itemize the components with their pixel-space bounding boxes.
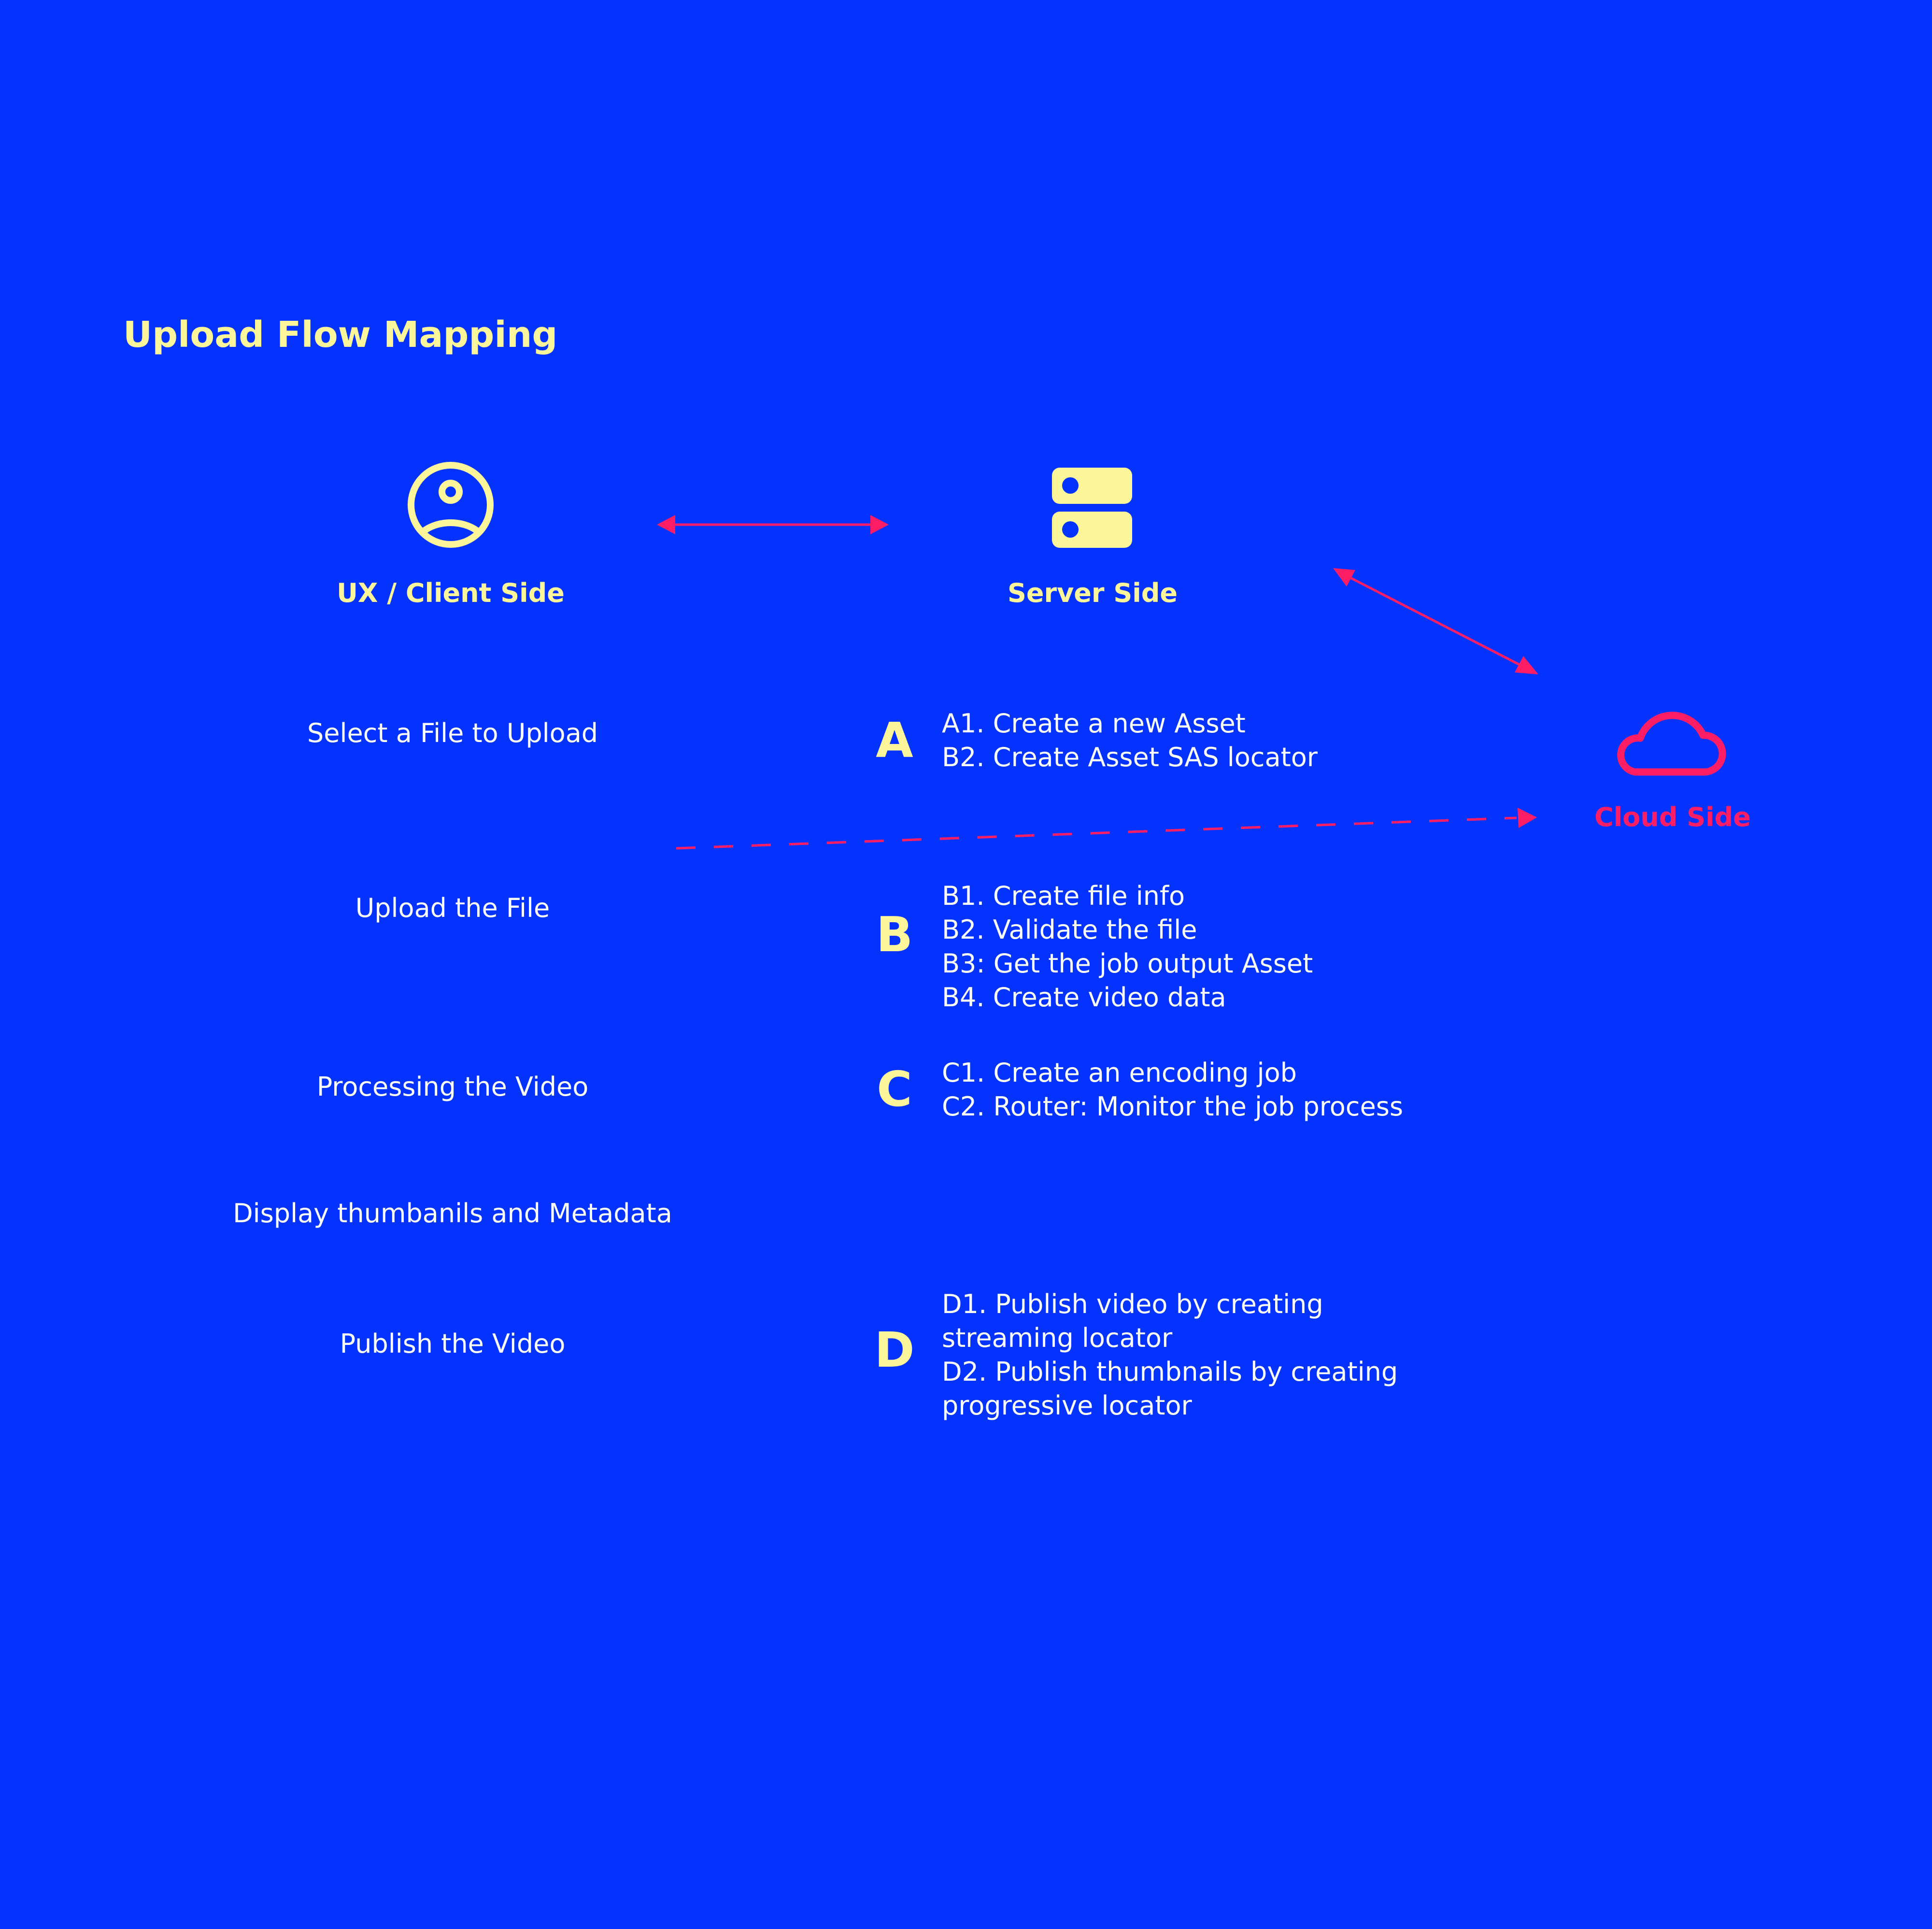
client-cloud-dashed-arrow <box>676 808 1537 850</box>
block-letter-d: D <box>874 1322 915 1378</box>
server-block-c-line: C1. Create an encoding job <box>942 1057 1297 1088</box>
client-step-select-file: Select a File to Upload <box>307 718 598 748</box>
block-letter-c: C <box>877 1061 912 1117</box>
server-block-d-line: progressive locator <box>942 1390 1192 1421</box>
page-title: Upload Flow Mapping <box>123 314 558 356</box>
cloud-icon <box>1617 700 1728 778</box>
server-block-a-line: B2. Create Asset SAS locator <box>942 742 1318 772</box>
server-block-b-line: B1. Create file info <box>942 881 1185 911</box>
server-block-b-line: B3: Get the job output Asset <box>942 948 1313 979</box>
block-letter-a: A <box>876 712 913 769</box>
client-step-publish: Publish the Video <box>340 1329 566 1359</box>
server-icon <box>1051 467 1133 549</box>
server-block-d-line: D1. Publish video by creating <box>942 1289 1323 1319</box>
server-block-d-line: D2. Publish thumbnails by creating <box>942 1357 1398 1387</box>
server-column-label: Server Side <box>1007 578 1178 608</box>
client-server-arrow <box>657 515 889 534</box>
server-block-b-line: B2. Validate the file <box>942 914 1197 945</box>
server-block-d-line: streaming locator <box>942 1323 1173 1353</box>
client-step-upload-file: Upload the File <box>355 893 550 923</box>
server-block-b-line: B4. Create video data <box>942 982 1226 1013</box>
server-cloud-arrow <box>1333 568 1538 674</box>
server-block-b: B1. Create file info B2. Validate the fi… <box>942 879 1473 1015</box>
client-step-processing: Processing the Video <box>316 1072 589 1102</box>
cloud-column-label: Cloud Side <box>1594 802 1751 832</box>
server-block-c: C1. Create an encoding job C2. Router: M… <box>942 1056 1473 1124</box>
user-circle-icon <box>405 459 497 551</box>
block-letter-b: B <box>876 906 913 963</box>
server-block-a: A1. Create a new Asset B2. Create Asset … <box>942 707 1473 774</box>
client-column-label: UX / Client Side <box>337 578 565 608</box>
server-block-c-line: C2. Router: Monitor the job process <box>942 1091 1403 1122</box>
client-step-display-thumbnails: Display thumbanils and Metadata <box>233 1198 672 1229</box>
server-block-a-line: A1. Create a new Asset <box>942 708 1246 739</box>
server-block-d: D1. Publish video by creating streaming … <box>942 1287 1473 1423</box>
